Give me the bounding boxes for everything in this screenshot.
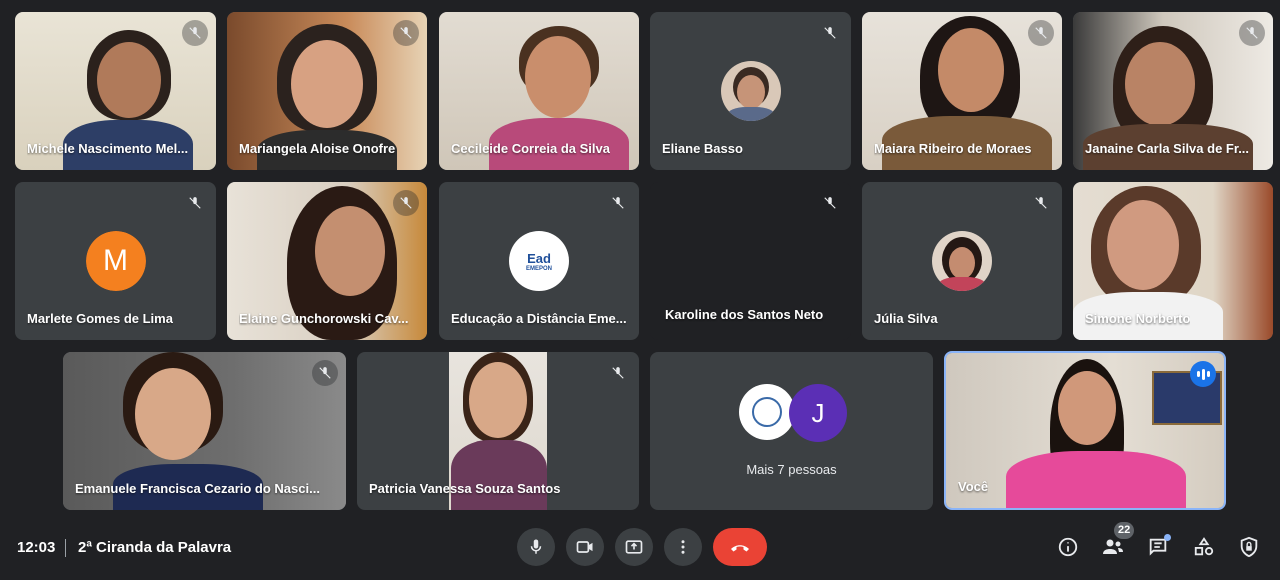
participant-count-badge: 22 bbox=[1114, 522, 1135, 539]
microphone-button[interactable] bbox=[517, 528, 555, 566]
video-person bbox=[451, 440, 547, 510]
mic-off-icon bbox=[312, 360, 338, 386]
participant-tile[interactable]: Janaine Carla Silva de Fr... bbox=[1073, 12, 1273, 170]
mic-off-icon bbox=[182, 190, 208, 216]
mic-off-icon bbox=[1028, 190, 1054, 216]
divider bbox=[65, 539, 66, 557]
video-person bbox=[525, 36, 591, 118]
video-person bbox=[1107, 200, 1179, 290]
participant-name: Educação a Distância Eme... bbox=[451, 311, 627, 326]
mic-off-icon bbox=[1239, 20, 1265, 46]
logo-text: Ead bbox=[527, 250, 551, 266]
participant-tile[interactable]: Elaine Gunchorowski Cav... bbox=[227, 182, 427, 340]
participant-tile[interactable]: Patricia Vanessa Souza Santos bbox=[357, 352, 639, 510]
participant-tile[interactable]: Cecileide Correia da Silva bbox=[439, 12, 639, 170]
avatar bbox=[720, 61, 781, 121]
participant-name: Patricia Vanessa Souza Santos bbox=[369, 481, 561, 496]
participant-tile[interactable]: Mariangela Aloise Onofre bbox=[227, 12, 427, 170]
participant-name: Marlete Gomes de Lima bbox=[27, 311, 173, 326]
mic-off-icon bbox=[817, 20, 843, 46]
microphone-icon bbox=[530, 539, 542, 554]
mic-off-icon bbox=[605, 360, 631, 386]
video-person bbox=[1006, 451, 1186, 508]
more-people-label: Mais 7 pessoas bbox=[746, 462, 837, 477]
present-screen-button[interactable] bbox=[615, 528, 653, 566]
participant-name: Janaine Carla Silva de Fr... bbox=[1085, 141, 1250, 156]
video-person bbox=[1058, 371, 1116, 445]
participant-name: Maiara Ribeiro de Moraes bbox=[874, 141, 1032, 156]
participant-tile[interactable]: Maiara Ribeiro de Moraes bbox=[862, 12, 1062, 170]
participant-name: Mariangela Aloise Onofre bbox=[239, 141, 396, 156]
participant-name: Emanuele Francisca Cezario do Nasci... bbox=[75, 481, 320, 496]
video-person bbox=[291, 40, 363, 128]
video-person bbox=[135, 368, 211, 460]
meeting-info-button[interactable] bbox=[1056, 535, 1080, 559]
participant-name: Eliane Basso bbox=[662, 141, 743, 156]
participant-name: Cecileide Correia da Silva bbox=[451, 141, 610, 156]
camera-icon bbox=[576, 541, 593, 553]
meeting-title: 2ª Ciranda da Palavra bbox=[78, 539, 232, 556]
self-view-tile[interactable]: Você bbox=[944, 351, 1226, 510]
participant-tile[interactable]: Michele Nascimento Mel... bbox=[15, 12, 216, 170]
participant-tile[interactable]: Karoline dos Santos Neto bbox=[650, 182, 851, 340]
video-person bbox=[469, 362, 527, 438]
more-people-tile[interactable]: J Mais 7 pessoas bbox=[650, 352, 933, 510]
mic-off-icon bbox=[1028, 20, 1054, 46]
participant-tile[interactable]: Emanuele Francisca Cezario do Nasci... bbox=[63, 352, 346, 510]
activities-button[interactable] bbox=[1192, 535, 1216, 559]
participant-tile[interactable]: Júlia Silva bbox=[862, 182, 1062, 340]
mic-off-icon bbox=[605, 190, 631, 216]
logo-subtext: EMEPON bbox=[525, 265, 552, 272]
more-people-avatar bbox=[739, 384, 795, 440]
participant-tile[interactable]: Eliane Basso bbox=[650, 12, 851, 170]
phone-hangup-icon bbox=[731, 545, 749, 552]
chat-notification-dot bbox=[1164, 534, 1171, 541]
more-options-button[interactable] bbox=[664, 528, 702, 566]
participant-name: Simone Norberto bbox=[1085, 311, 1191, 326]
camera-button[interactable] bbox=[566, 528, 604, 566]
video-person bbox=[938, 28, 1004, 112]
participant-tile[interactable]: M Marlete Gomes de Lima bbox=[15, 182, 216, 340]
hang-up-button[interactable] bbox=[713, 528, 767, 566]
host-controls-button[interactable] bbox=[1237, 535, 1261, 559]
mic-off-icon bbox=[182, 20, 208, 46]
participant-tile[interactable]: Simone Norberto bbox=[1073, 182, 1273, 340]
video-person bbox=[315, 206, 385, 296]
more-people-avatar: J bbox=[789, 384, 847, 442]
avatar-initial: M bbox=[85, 231, 146, 291]
participant-tile[interactable]: Ead EMEPON Educação a Distância Eme... bbox=[439, 182, 639, 340]
more-vert-icon bbox=[681, 540, 685, 554]
activities-icon bbox=[1194, 537, 1214, 556]
organization-logo: Ead EMEPON bbox=[509, 231, 569, 291]
mic-off-icon bbox=[393, 190, 419, 216]
video-person bbox=[1125, 42, 1195, 126]
participant-name: Júlia Silva bbox=[874, 311, 938, 326]
info-icon bbox=[1058, 537, 1078, 557]
participant-name: Você bbox=[958, 479, 989, 494]
participant-name: Michele Nascimento Mel... bbox=[27, 141, 189, 156]
avatar-initial: J bbox=[811, 397, 825, 428]
mic-off-icon bbox=[817, 190, 843, 216]
video-person bbox=[97, 42, 161, 118]
avatar: M bbox=[85, 231, 146, 291]
speaking-indicator-icon bbox=[1190, 361, 1216, 387]
meeting-clock: 12:03 bbox=[17, 539, 56, 556]
participant-name: Karoline dos Santos Neto bbox=[665, 307, 824, 322]
present-screen-icon bbox=[625, 540, 643, 554]
mic-off-icon bbox=[393, 20, 419, 46]
avatar bbox=[932, 231, 992, 291]
participant-name: Elaine Gunchorowski Cav... bbox=[239, 311, 409, 326]
shield-lock-icon bbox=[1240, 536, 1258, 558]
